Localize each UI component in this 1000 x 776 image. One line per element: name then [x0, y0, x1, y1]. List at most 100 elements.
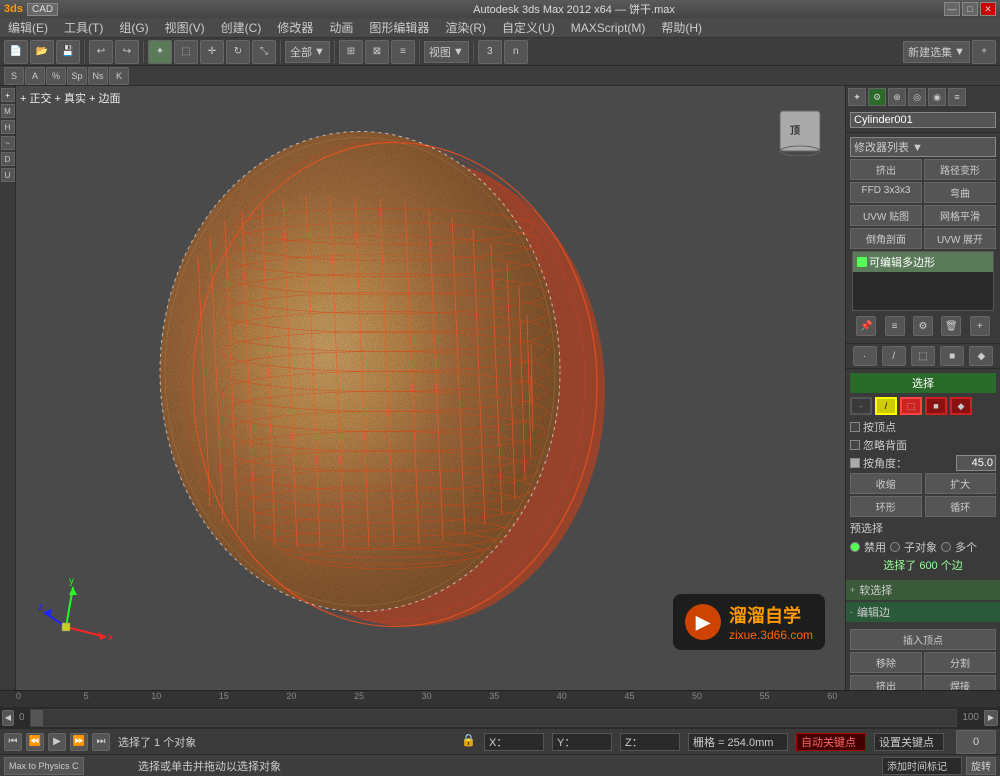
modifier-stack[interactable]: 可编辑多边形 [852, 251, 994, 311]
play-button[interactable]: ⏮ [4, 733, 22, 751]
menu-edit[interactable]: 编辑(E) [4, 19, 52, 36]
set-key-btn[interactable]: 设置关键点 [874, 733, 944, 751]
radio-disable[interactable] [850, 542, 860, 552]
mod-btn-ffd[interactable]: FFD 3x3x3 [850, 182, 922, 203]
timeline-track[interactable] [30, 709, 958, 727]
minimize-button[interactable]: — [944, 2, 960, 16]
selection-filter-dropdown[interactable]: 全部▼ [285, 41, 330, 63]
pin-stack-btn[interactable]: 📌 [856, 316, 876, 336]
render-setup-button[interactable]: 3 [478, 40, 502, 64]
menu-create[interactable]: 创建(C) [217, 19, 266, 36]
play-anim-btn[interactable]: ▶ [48, 733, 66, 751]
vertex-icon[interactable]: · [850, 397, 872, 415]
mod-btn-extrude[interactable]: 挤出 [850, 159, 922, 180]
mod-btn-bevel[interactable]: 倒角剖面 [850, 228, 922, 249]
mod-btn-path-deform[interactable]: 路径变形 [924, 159, 996, 180]
add-modifier-btn[interactable]: + [970, 316, 990, 336]
lock-icon[interactable]: 🔒 [461, 733, 476, 751]
x-coord-field[interactable]: X： [484, 733, 544, 751]
move-button[interactable]: ✛ [200, 40, 224, 64]
utilities-panel-btn[interactable]: ≡ [948, 88, 966, 106]
percent-snap[interactable]: % [46, 67, 66, 85]
insert-vertex-btn[interactable]: 插入顶点 [850, 629, 996, 650]
utilities-tab[interactable]: U [1, 168, 15, 182]
active-modifier-item[interactable]: 可编辑多边形 [853, 252, 993, 272]
timeline-right-btn[interactable]: ▶ [984, 710, 998, 726]
spinner-snap[interactable]: Sp [67, 67, 87, 85]
hierarchy-panel-btn[interactable]: ⊕ [888, 88, 906, 106]
next-frame[interactable]: ⏩ [70, 733, 88, 751]
display-panel-btn[interactable]: ◉ [928, 88, 946, 106]
close-button[interactable]: ✕ [980, 2, 996, 16]
layer-button[interactable]: ≡ [391, 40, 415, 64]
timeline-left-btn[interactable]: ◀ [2, 710, 14, 726]
extrude-button[interactable]: 挤出 [850, 675, 922, 690]
view-dropdown[interactable]: 视图▼ [424, 41, 469, 63]
grow-button[interactable]: 扩大 [925, 473, 997, 494]
ring-button[interactable]: 环形 [850, 496, 922, 517]
soft-selection-collapse[interactable]: + 软选择 [846, 580, 1000, 600]
maximize-button[interactable]: □ [962, 2, 978, 16]
mod-btn-uvw-unwrap[interactable]: UVW 展开 [924, 228, 996, 249]
y-coord-field[interactable]: Y： [552, 733, 612, 751]
border-level-btn[interactable]: ⬚ [911, 346, 935, 366]
mirror-button[interactable]: ⊞ [339, 40, 363, 64]
scale-button[interactable]: ⤡ [252, 40, 276, 64]
z-coord-field[interactable]: Z： [620, 733, 680, 751]
angle-snap[interactable]: A [25, 67, 45, 85]
menu-modifiers[interactable]: 修改器 [273, 19, 317, 36]
ignore-backface-checkbox[interactable] [850, 440, 860, 450]
modify-tab[interactable]: M [1, 104, 15, 118]
named-selection[interactable]: Ns [88, 67, 108, 85]
max-to-physics-btn[interactable]: Max to Physics C [4, 757, 84, 775]
display-tab[interactable]: D [1, 152, 15, 166]
menu-group[interactable]: 组(G) [115, 19, 152, 36]
by-vertex-checkbox[interactable] [850, 422, 860, 432]
rotate-button[interactable]: ↻ [226, 40, 250, 64]
weld-button[interactable]: 焊接 [924, 675, 996, 690]
open-button[interactable]: 📂 [30, 40, 54, 64]
edge-icon[interactable]: / [875, 397, 897, 415]
named-selection-dropdown[interactable]: 新建选集▼ [903, 41, 970, 63]
mod-btn-uvw[interactable]: UVW 贴图 [850, 205, 922, 226]
create-tab[interactable]: + [1, 88, 15, 102]
motion-panel-btn[interactable]: ◎ [908, 88, 926, 106]
loop-button[interactable]: 循环 [925, 496, 997, 517]
save-button[interactable]: 💾 [56, 40, 80, 64]
element-level-btn[interactable]: ◆ [969, 346, 993, 366]
configure-btn[interactable]: ⚙ [913, 316, 933, 336]
split-button[interactable]: 分割 [924, 652, 996, 673]
element-icon[interactable]: ◆ [950, 397, 972, 415]
motion-tab[interactable]: ~ [1, 136, 15, 150]
last-frame[interactable]: ⏭ [92, 733, 110, 751]
add-time-tag[interactable]: 添加时间标记 [882, 757, 962, 775]
redo-button[interactable]: ↪ [115, 40, 139, 64]
modifier-list-dropdown[interactable]: 修改器列表 ▼ [850, 137, 996, 157]
menu-customize[interactable]: 自定义(U) [498, 19, 559, 36]
navigation-cube[interactable]: 顶 [775, 96, 835, 156]
angle-input[interactable] [956, 455, 996, 471]
menu-help[interactable]: 帮助(H) [657, 19, 706, 36]
align-button[interactable]: ⊠ [365, 40, 389, 64]
frame-number-input[interactable]: 0 [956, 730, 996, 754]
modify-panel-btn[interactable]: ⚙ [868, 88, 886, 106]
polygon-level-btn[interactable]: ■ [940, 346, 964, 366]
radio-multi[interactable] [941, 542, 951, 552]
menu-render[interactable]: 渲染(R) [441, 19, 490, 36]
border-icon[interactable]: ⬚ [900, 397, 922, 415]
edge-level-btn[interactable]: / [882, 346, 906, 366]
undo-button[interactable]: ↩ [89, 40, 113, 64]
angle-checkbox[interactable] [850, 458, 860, 468]
prev-frame[interactable]: ⏪ [26, 733, 44, 751]
radio-subobject[interactable] [890, 542, 900, 552]
object-name-input[interactable] [850, 112, 996, 128]
edit-edges-collapse[interactable]: - 编辑边 [846, 602, 1000, 622]
create-selection-set[interactable]: + [972, 40, 996, 64]
remove-button[interactable]: 移除 [850, 652, 922, 673]
select-button[interactable]: ✦ [148, 40, 172, 64]
new-button[interactable]: 📄 [4, 40, 28, 64]
delete-modifier-btn[interactable]: 🗑 [941, 316, 961, 336]
menu-maxscript[interactable]: MAXScript(M) [567, 21, 650, 35]
vertex-level-btn[interactable]: · [853, 346, 877, 366]
show-all-btn[interactable]: ≡ [885, 316, 905, 336]
